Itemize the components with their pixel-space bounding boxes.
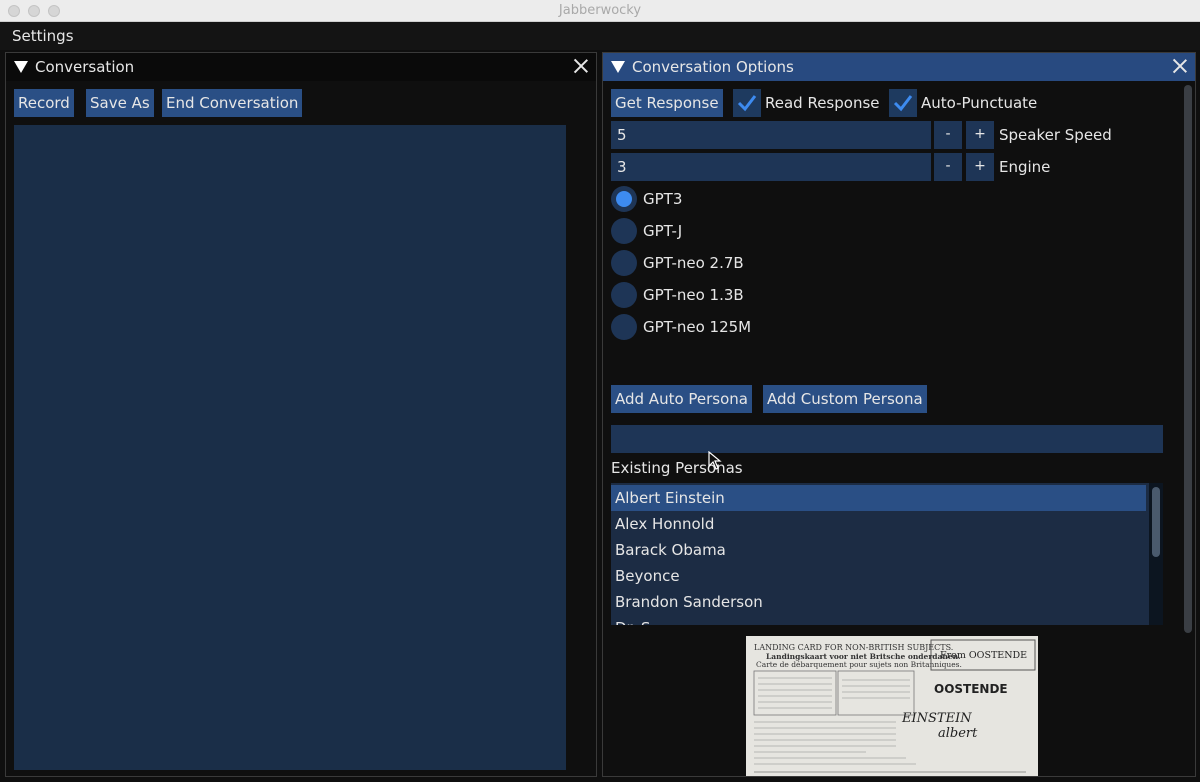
model-label: GPT-neo 1.3B	[643, 286, 744, 304]
collapse-triangle-icon[interactable]	[611, 61, 625, 73]
model-radio-gpt-neo-2-7b[interactable]	[611, 250, 637, 276]
model-radio-gpt3[interactable]	[611, 186, 637, 212]
card-surname: EINSTEIN	[901, 711, 972, 726]
auto-punctuate-label: Auto-Punctuate	[921, 94, 1038, 112]
auto-punctuate-checkbox[interactable]	[889, 89, 917, 117]
read-response-checkbox[interactable]	[733, 89, 761, 117]
personas-scrollbar-thumb[interactable]	[1152, 487, 1160, 557]
speaker-speed-label: Speaker Speed	[999, 126, 1112, 144]
model-radio-gpt-neo-125m[interactable]	[611, 314, 637, 340]
menu-settings[interactable]: Settings	[12, 27, 74, 45]
existing-personas-label: Existing Personas	[611, 459, 743, 477]
persona-image: LANDING CARD FOR NON-BRITISH SUBJECTS. L…	[746, 636, 1038, 776]
collapse-triangle-icon[interactable]	[14, 61, 28, 73]
engine-input[interactable]: 3	[611, 153, 931, 181]
checkmark-icon	[737, 95, 757, 112]
engine-increment-button[interactable]: +	[966, 153, 994, 181]
speaker-speed-decrement-button[interactable]: -	[934, 121, 962, 149]
options-panel-header[interactable]: Conversation Options	[603, 53, 1195, 81]
conversation-panel: Conversation Record Save As End Conversa…	[5, 52, 597, 777]
engine-decrement-button[interactable]: -	[934, 153, 962, 181]
add-auto-persona-button[interactable]: Add Auto Persona	[611, 385, 753, 413]
persona-name-input[interactable]	[611, 425, 1163, 453]
list-item[interactable]: Brandon Sanderson	[611, 589, 1146, 615]
conversation-text-area[interactable]	[14, 125, 566, 770]
engine-label: Engine	[999, 158, 1051, 176]
mouse-cursor-icon	[708, 451, 722, 470]
card-given-name: albert	[938, 726, 978, 741]
card-header: LANDING CARD FOR NON-BRITISH SUBJECTS.	[754, 643, 953, 652]
model-label: GPT-J	[643, 222, 683, 240]
conversation-options-panel: Conversation Options Get Response Read R…	[602, 52, 1196, 777]
record-button[interactable]: Record	[14, 89, 74, 117]
conversation-panel-header[interactable]: Conversation	[6, 53, 596, 81]
list-item[interactable]: Beyonce	[611, 563, 1146, 589]
options-panel-scrollbar[interactable]	[1183, 85, 1193, 633]
options-panel-scrollbar-thumb[interactable]	[1184, 85, 1192, 633]
model-label: GPT3	[643, 190, 683, 208]
window-title: Jabberwocky	[558, 3, 642, 18]
card-port-stamp: OOSTENDE	[934, 682, 1008, 696]
conversation-panel-title: Conversation	[35, 58, 135, 76]
model-label: GPT-neo 2.7B	[643, 254, 744, 272]
card-from-port: From OOSTENDE	[940, 650, 1027, 661]
list-item[interactable]: Alex Honnold	[611, 511, 1146, 537]
checkmark-icon	[893, 95, 913, 112]
get-response-button[interactable]: Get Response	[611, 89, 723, 117]
close-icon[interactable]	[1171, 57, 1189, 75]
end-conversation-button[interactable]: End Conversation	[162, 89, 303, 117]
existing-personas-list[interactable]: Albert Einstein Alex Honnold Barack Obam…	[611, 483, 1163, 625]
model-radio-gpt-j[interactable]	[611, 218, 637, 244]
list-item[interactable]: Albert Einstein	[611, 485, 1146, 511]
landing-card-image: LANDING CARD FOR NON-BRITISH SUBJECTS. L…	[746, 636, 1038, 776]
list-item[interactable]: Barack Obama	[611, 537, 1146, 563]
menu-bar: Settings	[0, 22, 1200, 50]
close-icon[interactable]	[572, 57, 590, 75]
personas-scrollbar[interactable]	[1149, 483, 1163, 625]
list-item[interactable]: Dr. S	[611, 615, 1146, 625]
model-label: GPT-neo 125M	[643, 318, 752, 336]
add-custom-persona-button[interactable]: Add Custom Persona	[763, 385, 927, 413]
options-panel-title: Conversation Options	[632, 58, 794, 76]
speaker-speed-input[interactable]: 5	[611, 121, 931, 149]
save-as-button[interactable]: Save As	[86, 89, 154, 117]
window-titlebar: Jabberwocky	[0, 0, 1200, 22]
model-radio-gpt-neo-1-3b[interactable]	[611, 282, 637, 308]
read-response-label: Read Response	[765, 94, 880, 112]
speaker-speed-increment-button[interactable]: +	[966, 121, 994, 149]
